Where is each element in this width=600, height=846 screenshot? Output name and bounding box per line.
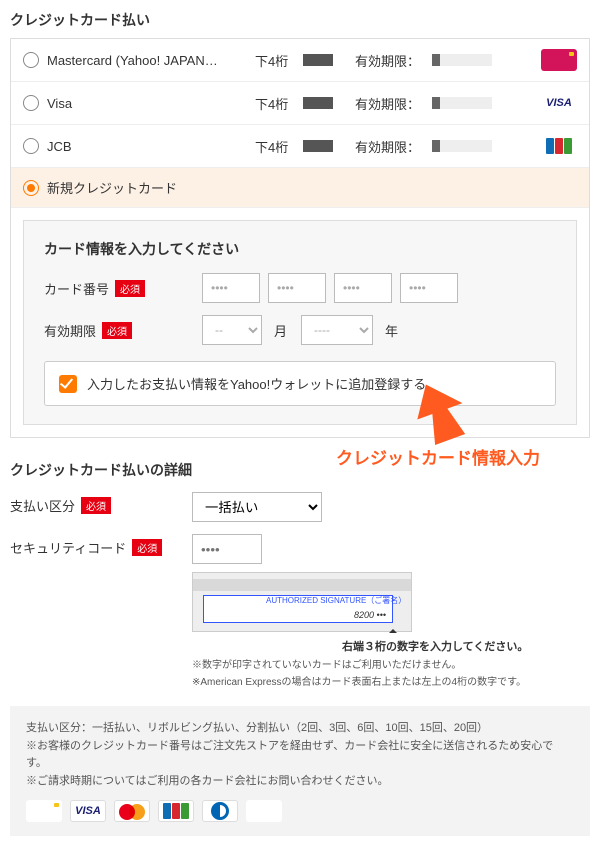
required-badge: 必須 [115,280,145,297]
last4-label: 下4桁 [255,94,295,113]
accepted-card-logos: VISA AMERICAN EXPRESS [26,800,574,822]
radio-icon [23,180,39,196]
annotation-text: クレジットカード情報入力 [336,444,540,469]
card-back-illustration: AUTHORIZED SIGNATURE（ご署名） 8200 ••• 右端３桁の… [192,572,528,688]
security-note-2: ※American Expressの場合はカード表面右上または左上の4桁の数字で… [192,673,528,688]
pay-type-label: 支払い区分 [10,496,75,515]
jcb-logo [541,135,577,157]
last4-masked [303,140,333,152]
last4-label: 下4桁 [255,51,295,70]
signature-caption: AUTHORIZED SIGNATURE（ご署名） [266,595,406,606]
required-badge: 必須 [102,322,132,339]
expiry-year-select[interactable]: ---- [301,315,373,345]
expiry-masked [432,54,492,66]
expiry-label: 有効期限 [44,321,96,340]
footer-line-2: ※お客様のクレジットカード番号はご注文先ストアを経由せず、カード会社に安全に送信… [26,738,574,773]
card-list: Mastercard (Yahoo! JAPAN… 下4桁 有効期限： Visa… [10,38,590,438]
security-note-bold: 右端３桁の数字を入力してください。 [342,638,528,654]
card-details-section: クレジットカード払いの詳細 支払い区分 必須 一括払い セキュリティコード 必須… [10,460,590,688]
new-card-label: 新規クレジットカード [47,178,177,197]
expiry-label: 有効期限： [355,137,420,156]
wallet-register-row[interactable]: 入力したお支払い情報をYahoo!ウォレットに追加登録する [44,361,556,406]
security-code-label: セキュリティコード [10,538,126,557]
required-badge: 必須 [132,539,162,556]
form-title: カード情報を入力してください [44,239,556,259]
card-name: Mastercard (Yahoo! JAPAN… [47,53,247,68]
pay-type-row: 支払い区分 必須 一括払い [10,492,590,522]
visa-logo: VISA [70,800,106,822]
card-option-new[interactable]: 新規クレジットカード [11,168,589,208]
jcb-logo [158,800,194,822]
checkbox-icon [59,375,77,393]
card-name: Visa [47,96,247,111]
card-number-input-1[interactable] [202,273,260,303]
required-badge: 必須 [81,497,111,514]
security-code-input[interactable] [192,534,262,564]
last4-masked [303,54,333,66]
yahoo-card-logo [26,800,62,822]
last4-label: 下4桁 [255,137,295,156]
radio-icon [23,52,39,68]
card-number-row: カード番号 必須 [44,273,556,303]
last4-masked [303,97,333,109]
card-option-mastercard[interactable]: Mastercard (Yahoo! JAPAN… 下4桁 有効期限： [11,39,589,82]
mastercard-logo [114,800,150,822]
month-unit: 月 [274,321,287,340]
yahoo-card-logo [541,49,577,71]
footer-line-1: 支払い区分：一括払い、リボルビング払い、分割払い（2回、3回、6回、10回、15… [26,720,574,738]
expiry-month-select[interactable]: -- [202,315,262,345]
year-unit: 年 [385,321,398,340]
section-heading: クレジットカード払い [10,10,590,30]
security-code-row: セキュリティコード 必須 AUTHORIZED SIGNATURE（ご署名） 8… [10,534,590,688]
pay-type-select[interactable]: 一括払い [192,492,322,522]
radio-icon [23,95,39,111]
expiry-label: 有効期限： [355,94,420,113]
card-number-label: カード番号 [44,279,109,298]
card-option-visa[interactable]: Visa 下4桁 有効期限： VISA [11,82,589,125]
card-number-input-2[interactable] [268,273,326,303]
footer-line-3: ※ご請求時期についてはご利用の各カード会社にお問い合わせください。 [26,773,574,791]
wallet-register-label: 入力したお支払い情報をYahoo!ウォレットに追加登録する [87,374,426,393]
security-note-1: ※数字が印字されていないカードはご利用いただけません。 [192,656,528,671]
amex-logo: AMERICAN EXPRESS [246,800,282,822]
signature-sample-digits: 8200 ••• [354,610,386,620]
radio-icon [23,138,39,154]
pointer-arrow-icon [389,625,397,633]
visa-logo: VISA [541,92,577,114]
card-number-input-3[interactable] [334,273,392,303]
expiry-row: 有効期限 必須 -- 月 ---- 年 [44,315,556,345]
diners-logo [202,800,238,822]
footer-info: 支払い区分：一括払い、リボルビング払い、分割払い（2回、3回、6回、10回、15… [10,706,590,836]
card-number-input-4[interactable] [400,273,458,303]
card-name: JCB [47,139,247,154]
expiry-masked [432,97,492,109]
new-card-form: カード情報を入力してください カード番号 必須 有効期限 必須 -- 月 ---… [23,220,577,425]
expiry-masked [432,140,492,152]
card-option-jcb[interactable]: JCB 下4桁 有効期限： [11,125,589,168]
expiry-label: 有効期限： [355,51,420,70]
